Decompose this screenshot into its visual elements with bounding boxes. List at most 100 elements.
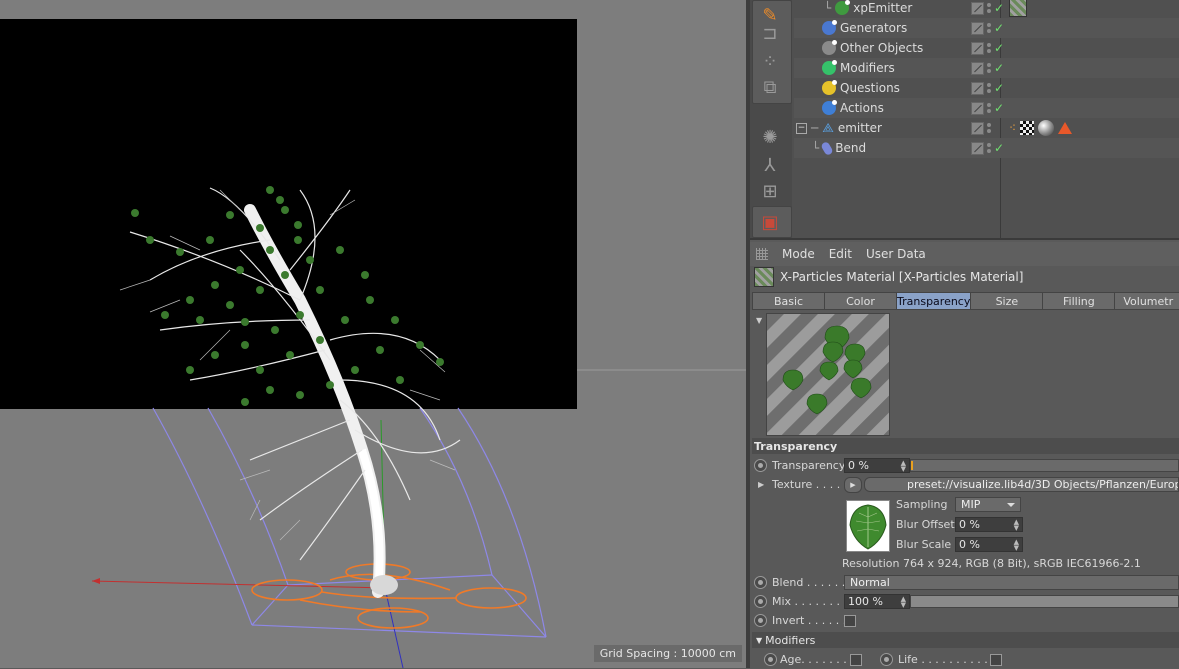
texture-path-field[interactable]: preset://visualize.lib4d/3D Objects/Pfla… [864, 477, 1179, 492]
spinner-icon[interactable]: ▲ ▼ [1014, 539, 1019, 552]
material-title-bar: X-Particles Material [X-Particles Materi… [750, 266, 1179, 288]
editor-visibility-icon[interactable] [971, 101, 984, 115]
sampling-dropdown[interactable]: MIP [955, 497, 1021, 512]
tab-size[interactable]: Size [970, 292, 1044, 310]
editor-visibility-icon[interactable] [971, 41, 984, 55]
enabled-check-icon[interactable]: ✓ [994, 61, 1004, 75]
generators-icon [822, 20, 837, 35]
tree-row-bend[interactable]: └ Bend ✓ [794, 138, 1179, 158]
blur-scale-input[interactable]: 0 % ▲ ▼ [955, 537, 1023, 552]
mix-slider[interactable] [910, 595, 1179, 608]
param-invert: Invert . . . . . . [750, 611, 1179, 630]
particle-tag-icon[interactable]: ⁖ [1009, 121, 1016, 135]
menu-edit[interactable]: Edit [829, 247, 852, 261]
render-dots-icon[interactable] [987, 63, 991, 73]
tree-model [119, 186, 461, 598]
editor-visibility-icon[interactable] [971, 1, 984, 15]
tab-volumetric[interactable]: Volumetr [1114, 292, 1179, 310]
animate-radio-icon[interactable] [754, 595, 767, 608]
grip-icon[interactable] [756, 248, 768, 260]
texture-load-button[interactable]: ▶ [844, 477, 862, 493]
tree-row-actions[interactable]: Actions ✓ [794, 98, 1179, 118]
material-icon [754, 267, 774, 287]
enabled-check-icon[interactable]: ✓ [994, 101, 1004, 115]
render-dots-icon[interactable] [987, 43, 991, 53]
tree-row-generators[interactable]: Generators ✓ [794, 18, 1179, 38]
texture-tag-icon[interactable] [1009, 0, 1027, 17]
tree-row-modifiers[interactable]: Modifiers ✓ [794, 58, 1179, 78]
slider-handle[interactable] [911, 461, 913, 470]
object-name: Bend [835, 141, 867, 155]
editor-visibility-icon[interactable] [971, 141, 984, 155]
mix-input[interactable]: 100 % ▲ ▼ [844, 594, 910, 609]
checker-tag-icon[interactable] [1020, 121, 1035, 135]
tree-row-other-objects[interactable]: Other Objects ✓ [794, 38, 1179, 58]
enabled-check-icon[interactable]: ✓ [994, 41, 1004, 55]
invert-checkbox[interactable] [844, 615, 856, 627]
tab-color[interactable]: Color [824, 292, 897, 310]
spinner-icon[interactable]: ▲ ▼ [901, 596, 906, 609]
tree-row-questions[interactable]: Questions ✓ [794, 78, 1179, 98]
enabled-check-icon[interactable]: ✓ [994, 21, 1004, 35]
tab-basic[interactable]: Basic [752, 292, 825, 310]
life-checkbox[interactable] [990, 654, 1002, 666]
render-dots-icon[interactable] [987, 143, 991, 153]
collapse-toggle-icon[interactable]: − [796, 122, 807, 134]
render-dots-icon[interactable] [987, 83, 991, 93]
tree-row-xpemitter[interactable]: └ xpEmitter ✓ [794, 0, 1179, 18]
bend-deformer-cage [152, 407, 547, 638]
editor-visibility-icon[interactable] [971, 21, 984, 35]
blend-dropdown[interactable]: Normal [844, 575, 1179, 590]
texture-thumbnail[interactable] [846, 500, 890, 552]
tab-filling[interactable]: Filling [1042, 292, 1116, 310]
animate-radio-icon[interactable] [880, 653, 893, 666]
object-name: Questions [840, 81, 900, 95]
xp-question-icon[interactable]: ⧉ [752, 72, 788, 102]
editor-visibility-icon[interactable] [971, 121, 984, 135]
other-objects-icon [822, 40, 837, 55]
render-dots-icon[interactable] [987, 103, 991, 113]
spinner-icon[interactable]: ▲ ▼ [1014, 519, 1019, 532]
param-transparency: Transparency 0 % ▲ ▼ [750, 456, 1179, 475]
sphere-material-icon[interactable] [1038, 120, 1055, 136]
enabled-check-icon[interactable]: ✓ [994, 141, 1004, 155]
transparency-input[interactable]: 0 % ▲ ▼ [844, 458, 910, 473]
texture-expand-icon[interactable]: ▶ [758, 480, 764, 489]
render-dots-icon[interactable] [987, 3, 991, 13]
xp-gear-icon[interactable]: ✺ [752, 122, 788, 152]
object-name: Actions [840, 101, 884, 115]
emitter-gizmo [251, 563, 527, 629]
tree-row-emitter[interactable]: − ─ ⟁ emitter ⁖ [794, 118, 1179, 138]
editor-visibility-icon[interactable] [971, 81, 984, 95]
age-checkbox[interactable] [850, 654, 862, 666]
3d-viewport[interactable]: Grid Spacing : 10000 cm [0, 0, 746, 668]
material-title: X-Particles Material [X-Particles Materi… [780, 270, 1024, 284]
enabled-check-icon[interactable]: ✓ [994, 1, 1004, 15]
xp-bracket-icon[interactable]: ⊐ [752, 18, 788, 48]
animate-radio-icon[interactable] [754, 459, 767, 472]
render-dots-icon[interactable] [987, 123, 991, 133]
spinner-icon[interactable]: ▲ ▼ [901, 460, 906, 473]
tab-transparency[interactable]: Transparency [896, 292, 972, 310]
leaf-texture-image [849, 504, 887, 550]
object-name: Generators [840, 21, 908, 35]
bend-deformer-icon [820, 140, 834, 156]
preview-collapse-icon[interactable]: ▼ [756, 316, 762, 325]
cone-tag-icon[interactable] [1058, 122, 1073, 134]
transparency-slider[interactable] [910, 459, 1179, 472]
xp-graph-icon[interactable]: ⊞ [752, 176, 788, 206]
section-header-modifiers[interactable]: ▼ Modifiers [752, 632, 1179, 648]
menu-user-data[interactable]: User Data [866, 247, 926, 261]
enabled-check-icon[interactable]: ✓ [994, 81, 1004, 95]
blur-offset-input[interactable]: 0 % ▲ ▼ [955, 517, 1023, 532]
animate-radio-icon[interactable] [754, 576, 767, 589]
render-dots-icon[interactable] [987, 23, 991, 33]
object-name: xpEmitter [853, 1, 913, 15]
xp-material-icon[interactable]: ▣ [752, 207, 788, 237]
actions-icon [822, 100, 837, 115]
editor-visibility-icon[interactable] [971, 61, 984, 75]
animate-radio-icon[interactable] [764, 653, 777, 666]
panel-separator [750, 238, 1179, 240]
animate-radio-icon[interactable] [754, 614, 767, 627]
menu-mode[interactable]: Mode [782, 247, 815, 261]
